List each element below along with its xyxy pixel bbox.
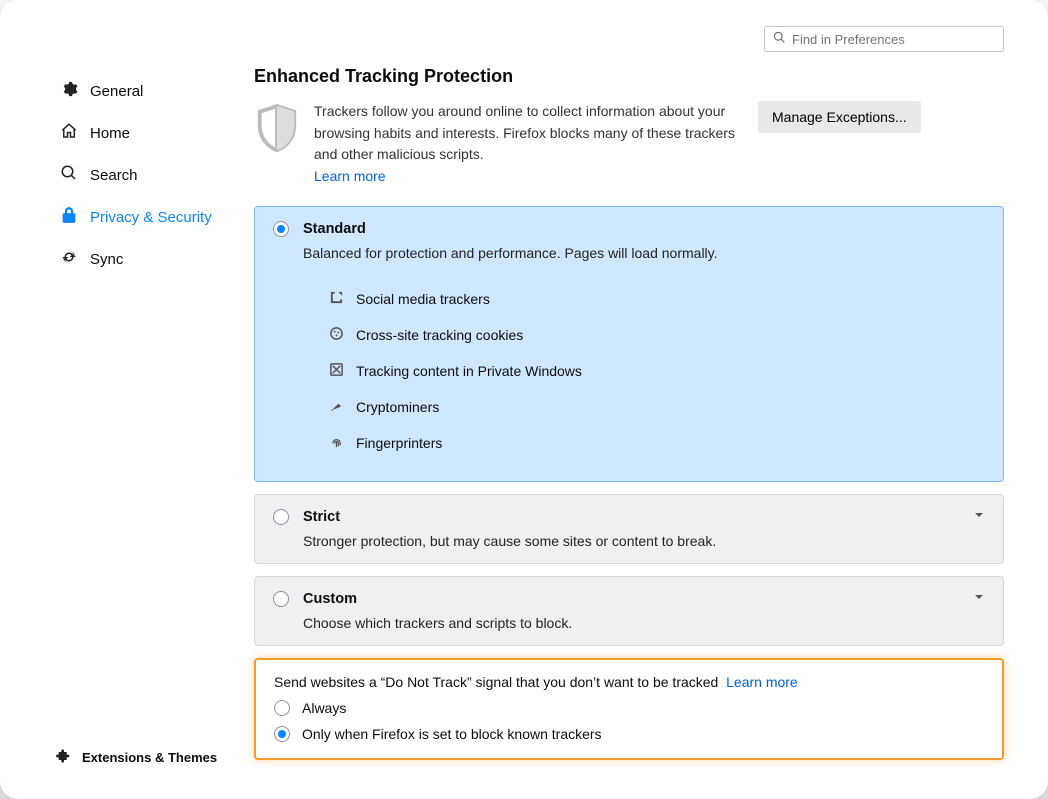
etp-option-title: Custom <box>303 591 357 607</box>
etp-option-subtitle: Choose which trackers and scripts to blo… <box>303 615 959 631</box>
cryptominer-icon <box>329 398 344 416</box>
etp-option-title: Standard <box>303 221 366 237</box>
cookie-icon <box>329 326 344 344</box>
sidebar-item-home[interactable]: Home <box>56 112 244 154</box>
etp-option-strict[interactable]: Strict Stronger protection, but may caus… <box>254 494 1004 564</box>
etp-option-standard[interactable]: Standard Balanced for protection and per… <box>254 206 1004 482</box>
radio-standard[interactable] <box>273 221 289 237</box>
section-title: Enhanced Tracking Protection <box>254 66 1004 87</box>
puzzle-icon <box>56 748 72 767</box>
sidebar-item-extensions[interactable]: Extensions & Themes <box>56 740 244 775</box>
etp-summary-block: Trackers follow you around online to col… <box>314 101 744 188</box>
lock-icon <box>60 206 78 228</box>
etp-option-title: Strict <box>303 509 340 525</box>
topbar: Find in Preferences <box>56 26 1004 52</box>
sidebar-item-label: Extensions & Themes <box>82 750 217 765</box>
sidebar-item-privacy[interactable]: Privacy & Security <box>56 196 244 238</box>
main-content: Enhanced Tracking Protection Trackers fo… <box>254 62 1004 775</box>
radio-strict[interactable] <box>273 509 289 525</box>
shield-icon <box>254 101 300 160</box>
search-icon <box>60 164 78 186</box>
radio-custom[interactable] <box>273 591 289 607</box>
tracker-list: Social media trackers Cross-site trackin… <box>329 281 985 461</box>
fingerprint-icon <box>329 434 344 452</box>
dnt-option-label: Only when Firefox is set to block known … <box>302 726 602 742</box>
dnt-learn-more-link[interactable]: Learn more <box>726 674 798 690</box>
etp-intro: Trackers follow you around online to col… <box>254 101 1004 188</box>
dnt-section: Send websites a “Do Not Track” signal th… <box>254 658 1004 760</box>
sidebar-item-label: General <box>90 83 143 100</box>
etp-option-custom[interactable]: Custom Choose which trackers and scripts… <box>254 576 1004 646</box>
sidebar-item-label: Privacy & Security <box>90 209 212 226</box>
tracking-content-icon <box>329 362 344 380</box>
tracker-label: Cross-site tracking cookies <box>356 327 523 343</box>
sidebar-item-sync[interactable]: Sync <box>56 238 244 280</box>
etp-option-subtitle: Stronger protection, but may cause some … <box>303 533 959 549</box>
sidebar-item-label: Home <box>90 125 130 142</box>
etp-option-subtitle: Balanced for protection and performance.… <box>303 245 985 261</box>
dnt-option-known-trackers[interactable]: Only when Firefox is set to block known … <box>274 726 984 742</box>
tracker-label: Tracking content in Private Windows <box>356 363 582 379</box>
sidebar-item-search[interactable]: Search <box>56 154 244 196</box>
chevron-down-icon <box>971 507 987 523</box>
radio-dnt-always[interactable] <box>274 700 290 716</box>
sync-icon <box>60 248 78 270</box>
sidebar-item-label: Sync <box>90 251 123 268</box>
sidebar-item-label: Search <box>90 167 138 184</box>
social-trackers-icon <box>329 290 344 308</box>
preferences-window: Find in Preferences General Home <box>0 0 1048 799</box>
etp-summary: Trackers follow you around online to col… <box>314 103 735 162</box>
dnt-option-label: Always <box>302 700 346 716</box>
search-input[interactable]: Find in Preferences <box>764 26 1004 52</box>
radio-dnt-known[interactable] <box>274 726 290 742</box>
home-icon <box>60 122 78 144</box>
tracker-label: Fingerprinters <box>356 435 442 451</box>
chevron-down-icon <box>971 589 987 605</box>
manage-exceptions-button[interactable]: Manage Exceptions... <box>758 101 921 133</box>
tracker-label: Cryptominers <box>356 399 439 415</box>
gear-icon <box>60 80 78 102</box>
search-placeholder: Find in Preferences <box>792 32 905 47</box>
tracker-label: Social media trackers <box>356 291 490 307</box>
dnt-intro-text: Send websites a “Do Not Track” signal th… <box>274 674 718 690</box>
search-icon <box>773 31 786 47</box>
dnt-option-always[interactable]: Always <box>274 700 984 716</box>
sidebar-item-general[interactable]: General <box>56 70 244 112</box>
etp-learn-more-link[interactable]: Learn more <box>314 168 386 184</box>
sidebar: General Home Search <box>56 62 244 775</box>
